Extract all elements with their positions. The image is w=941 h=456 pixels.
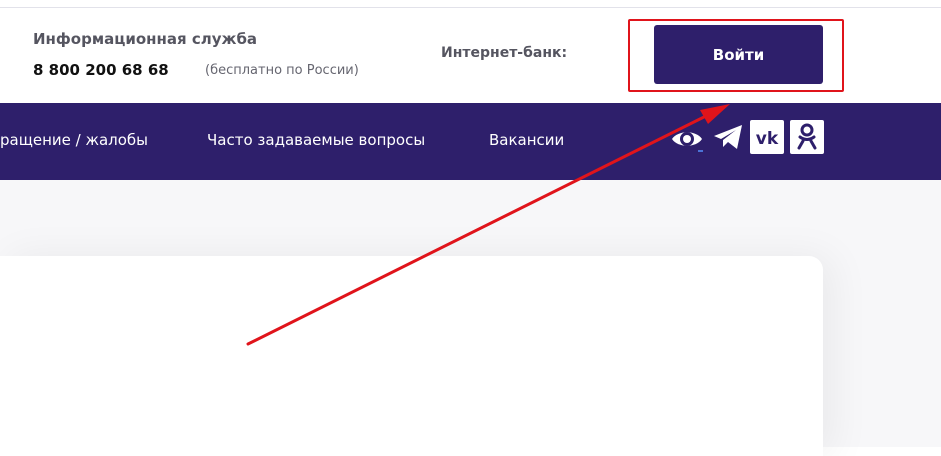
- odnoklassniki-icon[interactable]: [790, 120, 824, 154]
- main-navbar: ращение / жалобы Часто задаваемые вопрос…: [0, 103, 941, 180]
- svg-text:vk: vk: [756, 129, 779, 149]
- nav-item-vacancies[interactable]: Вакансии: [489, 131, 564, 149]
- eye-icon[interactable]: [670, 122, 704, 156]
- highlight-annotation: [628, 19, 844, 92]
- nav-item-complaints[interactable]: ращение / жалобы: [0, 131, 148, 149]
- content-card: [0, 256, 823, 456]
- top-strip: [0, 0, 941, 8]
- telegram-icon[interactable]: [711, 120, 745, 154]
- nav-item-faq[interactable]: Часто задаваемые вопросы: [207, 131, 425, 149]
- phone-note: (бесплатно по России): [205, 63, 359, 78]
- vk-icon[interactable]: vk: [750, 120, 784, 154]
- info-service-title: Информационная служба: [33, 30, 258, 48]
- phone-number[interactable]: 8 800 200 68 68: [33, 61, 169, 79]
- internet-bank-label: Интернет-банк:: [441, 45, 568, 61]
